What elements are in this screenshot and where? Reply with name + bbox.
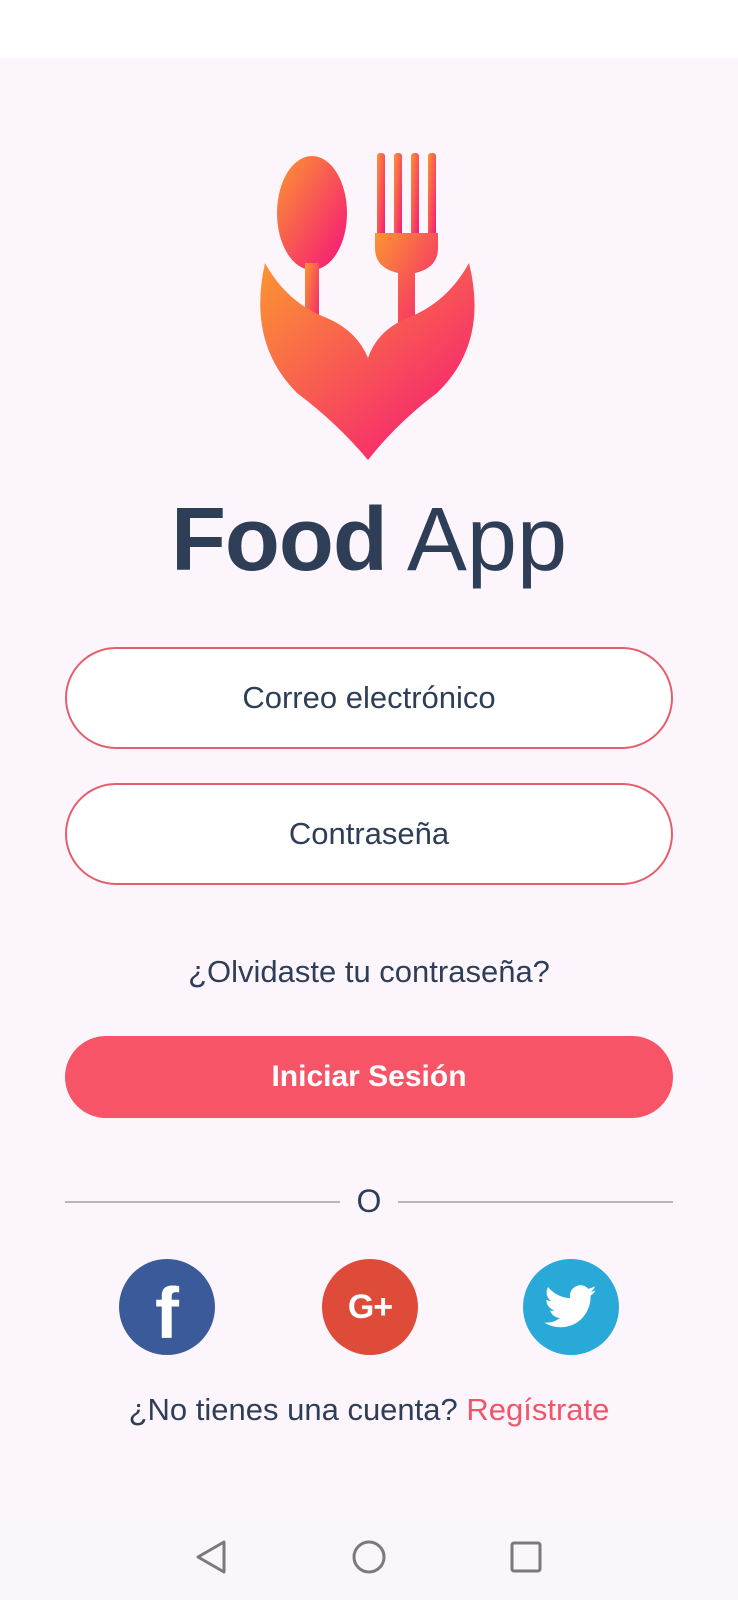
- facebook-icon: f: [155, 1274, 179, 1354]
- signup-prompt: ¿No tienes una cuenta? Regístrate: [0, 1392, 738, 1428]
- system-nav-bar: [0, 1516, 738, 1600]
- email-input[interactable]: [67, 680, 671, 716]
- status-bar: [0, 0, 738, 58]
- password-field[interactable]: [65, 783, 673, 885]
- twitter-icon: [544, 1285, 597, 1328]
- divider-line-right: [398, 1201, 673, 1203]
- signup-link[interactable]: Regístrate: [466, 1392, 609, 1427]
- twitter-login-button[interactable]: [523, 1259, 619, 1355]
- facebook-login-button[interactable]: f: [119, 1259, 215, 1355]
- nav-back-button[interactable]: [186, 1532, 236, 1582]
- home-icon: [352, 1540, 386, 1574]
- spoon-fork-hands-logo-icon: [257, 153, 479, 460]
- google-plus-login-button[interactable]: G+: [322, 1259, 418, 1355]
- forgot-password-link[interactable]: ¿Olvidaste tu contraseña?: [0, 954, 738, 990]
- app-title-light: App: [406, 490, 568, 590]
- login-button[interactable]: Iniciar Sesión: [65, 1036, 673, 1118]
- google-plus-icon: G+: [347, 1287, 393, 1326]
- recents-icon: [510, 1541, 542, 1573]
- app-title: Food App: [0, 490, 738, 590]
- signup-prompt-text: ¿No tienes una cuenta?: [128, 1392, 458, 1427]
- nav-home-button[interactable]: [344, 1532, 394, 1582]
- app-title-bold: Food: [170, 490, 388, 590]
- email-field[interactable]: [65, 647, 673, 749]
- password-input[interactable]: [67, 816, 671, 852]
- back-icon: [196, 1540, 226, 1574]
- nav-recents-button[interactable]: [501, 1532, 551, 1582]
